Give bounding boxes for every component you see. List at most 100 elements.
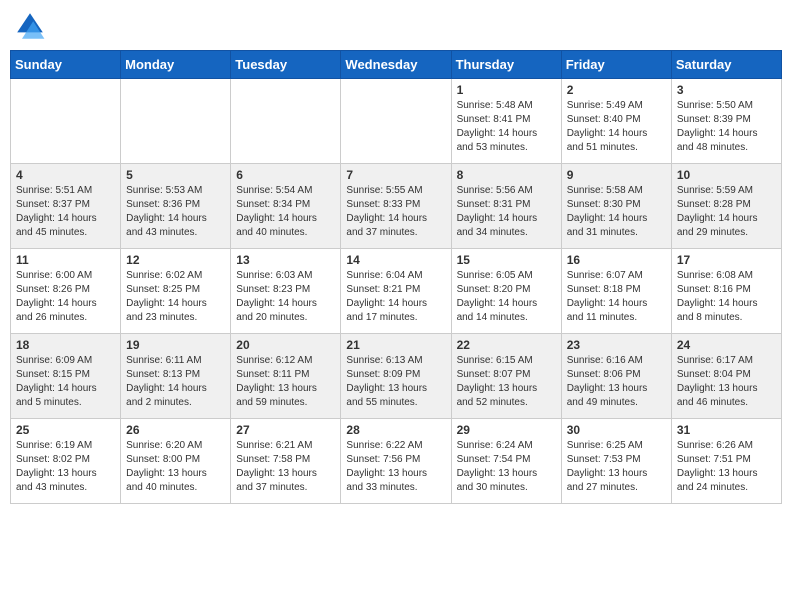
day-info: Sunrise: 6:04 AMSunset: 8:21 PMDaylight:… bbox=[346, 269, 445, 325]
day-of-week-wednesday: Wednesday bbox=[341, 51, 451, 79]
calendar-cell: 22 Sunrise: 6:15 AMSunset: 8:07 PMDayligh… bbox=[451, 334, 561, 419]
calendar-cell: 14 Sunrise: 6:04 AMSunset: 8:21 PMDayligh… bbox=[341, 249, 451, 334]
day-info: Sunrise: 6:03 AMSunset: 8:23 PMDaylight:… bbox=[236, 269, 335, 325]
day-info: Sunrise: 6:21 AMSunset: 7:58 PMDaylight:… bbox=[236, 439, 335, 495]
day-number: 8 bbox=[457, 168, 556, 182]
day-info: Sunrise: 6:15 AMSunset: 8:07 PMDaylight:… bbox=[457, 354, 556, 410]
calendar-cell: 26 Sunrise: 6:20 AMSunset: 8:00 PMDayligh… bbox=[121, 419, 231, 504]
day-number: 9 bbox=[567, 168, 666, 182]
day-number: 12 bbox=[126, 253, 225, 267]
calendar-cell: 30 Sunrise: 6:25 AMSunset: 7:53 PMDayligh… bbox=[561, 419, 671, 504]
calendar-cell: 17 Sunrise: 6:08 AMSunset: 8:16 PMDayligh… bbox=[671, 249, 781, 334]
day-number: 22 bbox=[457, 338, 556, 352]
calendar-cell: 1 Sunrise: 5:48 AMSunset: 8:41 PMDaylight… bbox=[451, 79, 561, 164]
day-info: Sunrise: 6:19 AMSunset: 8:02 PMDaylight:… bbox=[16, 439, 115, 495]
day-info: Sunrise: 6:00 AMSunset: 8:26 PMDaylight:… bbox=[16, 269, 115, 325]
calendar-cell: 9Sunrise: 5:58 AMSunset: 8:30 PMDaylight… bbox=[561, 164, 671, 249]
day-number: 6 bbox=[236, 168, 335, 182]
day-info: Sunrise: 6:20 AMSunset: 8:00 PMDaylight:… bbox=[126, 439, 225, 495]
logo-icon bbox=[14, 10, 46, 42]
calendar-cell: 18Sunrise: 6:09 AMSunset: 8:15 PMDayligh… bbox=[11, 334, 121, 419]
day-info: Sunrise: 5:48 AMSunset: 8:41 PMDaylight:… bbox=[457, 99, 556, 155]
day-number: 1 bbox=[457, 83, 556, 97]
day-info: Sunrise: 6:22 AMSunset: 7:56 PMDaylight:… bbox=[346, 439, 445, 495]
calendar-cell bbox=[341, 79, 451, 164]
calendar-cell: 19 Sunrise: 6:11 AMSunset: 8:13 PMDayligh… bbox=[121, 334, 231, 419]
day-number: 17 bbox=[677, 253, 776, 267]
day-info: Sunrise: 6:16 AMSunset: 8:06 PMDaylight:… bbox=[567, 354, 666, 410]
day-number: 3 bbox=[677, 83, 776, 97]
day-info: Sunrise: 5:50 AMSunset: 8:39 PMDaylight:… bbox=[677, 99, 776, 155]
day-info: Sunrise: 6:12 AMSunset: 8:11 PMDaylight:… bbox=[236, 354, 335, 410]
calendar-cell: 2 Sunrise: 5:49 AMSunset: 8:40 PMDaylight… bbox=[561, 79, 671, 164]
day-number: 14 bbox=[346, 253, 445, 267]
calendar-cell: 16 Sunrise: 6:07 AMSunset: 8:18 PMDayligh… bbox=[561, 249, 671, 334]
calendar-week-5: 25 Sunrise: 6:19 AMSunset: 8:02 PMDayligh… bbox=[11, 419, 782, 504]
day-number: 20 bbox=[236, 338, 335, 352]
calendar-cell: 7 Sunrise: 5:55 AMSunset: 8:33 PMDaylight… bbox=[341, 164, 451, 249]
calendar-cell: 21Sunrise: 6:13 AMSunset: 8:09 PMDayligh… bbox=[341, 334, 451, 419]
day-number: 7 bbox=[346, 168, 445, 182]
calendar-cell bbox=[121, 79, 231, 164]
calendar-cell: 12 Sunrise: 6:02 AMSunset: 8:25 PMDayligh… bbox=[121, 249, 231, 334]
calendar-cell: 8 Sunrise: 5:56 AMSunset: 8:31 PMDaylight… bbox=[451, 164, 561, 249]
calendar-week-3: 11 Sunrise: 6:00 AMSunset: 8:26 PMDayligh… bbox=[11, 249, 782, 334]
calendar-header-row: SundayMondayTuesdayWednesdayThursdayFrid… bbox=[11, 51, 782, 79]
calendar-cell: 31 Sunrise: 6:26 AMSunset: 7:51 PMDayligh… bbox=[671, 419, 781, 504]
day-info: Sunrise: 5:55 AMSunset: 8:33 PMDaylight:… bbox=[346, 184, 445, 240]
day-info: Sunrise: 6:25 AMSunset: 7:53 PMDaylight:… bbox=[567, 439, 666, 495]
day-info: Sunrise: 6:05 AMSunset: 8:20 PMDaylight:… bbox=[457, 269, 556, 325]
day-number: 16 bbox=[567, 253, 666, 267]
calendar-cell: 10 Sunrise: 5:59 AMSunset: 8:28 PMDayligh… bbox=[671, 164, 781, 249]
calendar-cell: 27 Sunrise: 6:21 AMSunset: 7:58 PMDayligh… bbox=[231, 419, 341, 504]
day-number: 4 bbox=[16, 168, 115, 182]
day-info: Sunrise: 5:53 AMSunset: 8:36 PMDaylight:… bbox=[126, 184, 225, 240]
day-info: Sunrise: 6:08 AMSunset: 8:16 PMDaylight:… bbox=[677, 269, 776, 325]
day-number: 27 bbox=[236, 423, 335, 437]
day-number: 15 bbox=[457, 253, 556, 267]
day-info: Sunrise: 6:09 AMSunset: 8:15 PMDaylight:… bbox=[16, 354, 115, 410]
day-info: Sunrise: 5:49 AMSunset: 8:40 PMDaylight:… bbox=[567, 99, 666, 155]
calendar-cell: 25 Sunrise: 6:19 AMSunset: 8:02 PMDayligh… bbox=[11, 419, 121, 504]
calendar-cell: 6 Sunrise: 5:54 AMSunset: 8:34 PMDaylight… bbox=[231, 164, 341, 249]
day-info: Sunrise: 6:11 AMSunset: 8:13 PMDaylight:… bbox=[126, 354, 225, 410]
day-info: Sunrise: 5:56 AMSunset: 8:31 PMDaylight:… bbox=[457, 184, 556, 240]
day-number: 29 bbox=[457, 423, 556, 437]
calendar-table: SundayMondayTuesdayWednesdayThursdayFrid… bbox=[10, 50, 782, 504]
day-of-week-sunday: Sunday bbox=[11, 51, 121, 79]
day-number: 13 bbox=[236, 253, 335, 267]
day-number: 11 bbox=[16, 253, 115, 267]
day-of-week-saturday: Saturday bbox=[671, 51, 781, 79]
calendar-week-4: 18Sunrise: 6:09 AMSunset: 8:15 PMDayligh… bbox=[11, 334, 782, 419]
day-number: 19 bbox=[126, 338, 225, 352]
day-number: 26 bbox=[126, 423, 225, 437]
calendar-cell: 24Sunrise: 6:17 AMSunset: 8:04 PMDayligh… bbox=[671, 334, 781, 419]
day-number: 31 bbox=[677, 423, 776, 437]
day-number: 23 bbox=[567, 338, 666, 352]
day-info: Sunrise: 6:26 AMSunset: 7:51 PMDaylight:… bbox=[677, 439, 776, 495]
day-info: Sunrise: 5:54 AMSunset: 8:34 PMDaylight:… bbox=[236, 184, 335, 240]
day-of-week-tuesday: Tuesday bbox=[231, 51, 341, 79]
day-number: 25 bbox=[16, 423, 115, 437]
page-header bbox=[10, 10, 782, 42]
day-of-week-friday: Friday bbox=[561, 51, 671, 79]
day-number: 30 bbox=[567, 423, 666, 437]
calendar-cell: 13 Sunrise: 6:03 AMSunset: 8:23 PMDayligh… bbox=[231, 249, 341, 334]
day-info: Sunrise: 5:51 AMSunset: 8:37 PMDaylight:… bbox=[16, 184, 115, 240]
logo bbox=[14, 10, 50, 42]
calendar-week-2: 4 Sunrise: 5:51 AMSunset: 8:37 PMDaylight… bbox=[11, 164, 782, 249]
day-number: 24 bbox=[677, 338, 776, 352]
day-number: 21 bbox=[346, 338, 445, 352]
day-info: Sunrise: 6:02 AMSunset: 8:25 PMDaylight:… bbox=[126, 269, 225, 325]
calendar-week-1: 1 Sunrise: 5:48 AMSunset: 8:41 PMDaylight… bbox=[11, 79, 782, 164]
calendar-cell bbox=[231, 79, 341, 164]
calendar-cell: 4 Sunrise: 5:51 AMSunset: 8:37 PMDaylight… bbox=[11, 164, 121, 249]
day-info: Sunrise: 6:24 AMSunset: 7:54 PMDaylight:… bbox=[457, 439, 556, 495]
day-number: 2 bbox=[567, 83, 666, 97]
day-of-week-thursday: Thursday bbox=[451, 51, 561, 79]
day-info: Sunrise: 6:07 AMSunset: 8:18 PMDaylight:… bbox=[567, 269, 666, 325]
day-info: Sunrise: 5:59 AMSunset: 8:28 PMDaylight:… bbox=[677, 184, 776, 240]
calendar-cell: 3 Sunrise: 5:50 AMSunset: 8:39 PMDaylight… bbox=[671, 79, 781, 164]
calendar-cell: 28Sunrise: 6:22 AMSunset: 7:56 PMDayligh… bbox=[341, 419, 451, 504]
day-number: 10 bbox=[677, 168, 776, 182]
